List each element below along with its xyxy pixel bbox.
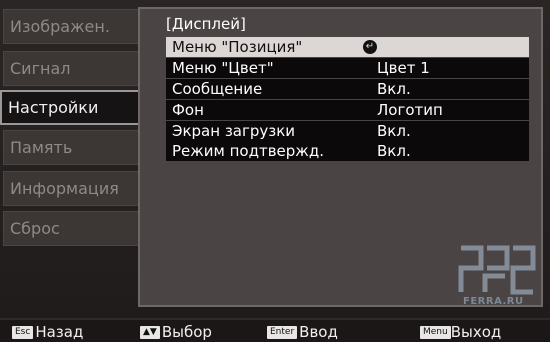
sidebar-item-image[interactable]: Изображен.	[3, 9, 139, 44]
panel-title: [Дисплей]	[166, 15, 246, 33]
up-down-arrows-icon: ▲▼	[140, 325, 160, 339]
row-label: Меню "Позиция"	[172, 38, 303, 56]
row-value: Вкл.	[377, 80, 411, 98]
sidebar-item-reset[interactable]: Сброс	[3, 211, 139, 246]
row-value: Цвет 1	[377, 59, 430, 77]
sidebar-item-label: Информация	[10, 179, 119, 198]
row-label: Экран загрузки	[172, 122, 296, 140]
sidebar-item-signal[interactable]: Сигнал	[3, 51, 139, 86]
sidebar-item-memory[interactable]: Память	[3, 130, 139, 165]
row-label: Меню "Цвет"	[172, 59, 274, 77]
sidebar-item-label: Изображен.	[10, 17, 110, 36]
menu-row-position[interactable]: Меню "Позиция" ↵	[166, 37, 529, 57]
esc-key-icon: Esc	[12, 325, 34, 339]
projector-menu-screen: Изображен. Сигнал Настройки Память Инфор…	[0, 0, 550, 318]
enter-hint: Enter Ввод	[267, 322, 338, 342]
sidebar-item-label: Настройки	[8, 98, 99, 117]
select-label: Выбор	[161, 323, 212, 341]
menu-row-startup-screen[interactable]: Экран загрузки Вкл.	[166, 121, 529, 141]
watermark-text: FERRA.RU	[463, 296, 524, 307]
sidebar-item-label: Память	[10, 138, 73, 157]
enter-arrow-icon: ↵	[363, 40, 377, 54]
row-label: Фон	[172, 101, 204, 119]
row-value: Логотип	[377, 101, 443, 119]
menu-row-message[interactable]: Сообщение Вкл.	[166, 79, 529, 99]
sidebar-item-settings[interactable]: Настройки	[0, 90, 150, 125]
sidebar-item-info[interactable]: Информация	[3, 171, 139, 206]
help-bar: Esc Назад ▲▼ Выбор Enter Ввод Menu Выход	[0, 318, 550, 342]
sidebar-item-label: Сигнал	[10, 59, 71, 78]
row-value: Вкл.	[377, 142, 411, 160]
menu-row-background[interactable]: Фон Логотип	[166, 100, 529, 120]
ferra-logo-icon	[458, 245, 536, 295]
exit-hint: Menu Выход	[420, 322, 501, 342]
sidebar-item-label: Сброс	[10, 219, 60, 238]
exit-label: Выход	[450, 323, 502, 341]
back-label: Назад	[35, 323, 84, 341]
menu-key-icon: Menu	[420, 325, 451, 339]
menu-row-confirm-mode[interactable]: Режим подтвержд. Вкл.	[166, 141, 529, 161]
enter-label: Ввод	[299, 323, 338, 341]
row-label: Сообщение	[172, 80, 263, 98]
row-label: Режим подтвержд.	[172, 142, 324, 160]
menu-row-color[interactable]: Меню "Цвет" Цвет 1	[166, 58, 529, 78]
row-value: Вкл.	[377, 122, 411, 140]
select-hint: ▲▼ Выбор	[140, 322, 212, 342]
enter-key-icon: Enter	[267, 325, 298, 339]
back-hint: Esc Назад	[12, 322, 83, 342]
